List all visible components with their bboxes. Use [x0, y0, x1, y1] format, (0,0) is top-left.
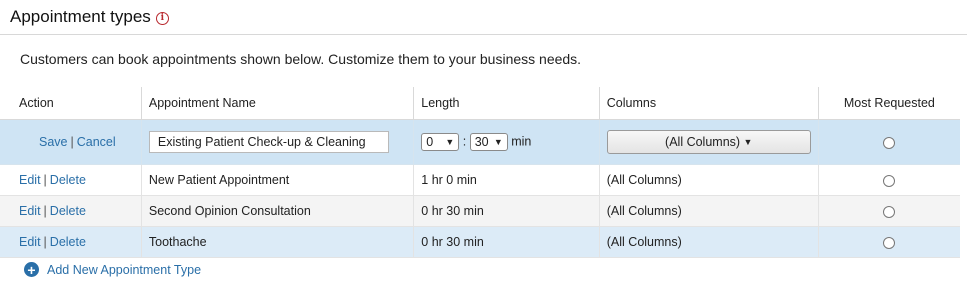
- colon-separator: :: [462, 134, 467, 149]
- add-new-appointment-type-link[interactable]: Add New Appointment Type: [47, 263, 201, 277]
- most-requested-radio[interactable]: [883, 136, 896, 149]
- page-title: Appointment types: [10, 7, 151, 26]
- appointment-length: 0 hr 30 min: [413, 226, 600, 258]
- delete-link[interactable]: Delete: [50, 235, 86, 249]
- most-requested-cell: [818, 119, 960, 165]
- action-cell: Edit | Delete: [0, 226, 142, 258]
- appointment-columns: (All Columns): [599, 195, 819, 227]
- intro-text: Customers can book appointments shown be…: [20, 51, 582, 67]
- action-cell: Edit | Delete: [0, 164, 142, 196]
- most-requested-cell: [818, 195, 960, 227]
- separator: |: [43, 235, 47, 249]
- appointment-name: Toothache: [141, 226, 415, 258]
- separator: |: [43, 204, 47, 218]
- minutes-select[interactable]: 30 ▼: [469, 133, 508, 151]
- column-header-columns: Columns: [599, 87, 819, 120]
- table-row-editing: Save|Cancel 0▼ : 30▼ min (All Columns) ▼: [0, 119, 960, 165]
- action-cell: Save | Cancel: [0, 119, 142, 165]
- appointment-length: 0 hr 30 min: [413, 195, 600, 227]
- delete-link[interactable]: Delete: [50, 173, 86, 187]
- column-header-action: Action: [0, 87, 142, 120]
- appointment-name: Second Opinion Consultation: [141, 195, 415, 227]
- appointment-name-input[interactable]: [148, 131, 389, 153]
- table-row: Edit | Delete Second Opinion Consultation …: [0, 195, 960, 227]
- minutes-value: 30: [474, 135, 489, 149]
- page-header: Appointment types i: [0, 0, 967, 35]
- edit-link[interactable]: Edit: [19, 173, 41, 187]
- appointment-columns: (All Columns): [599, 164, 819, 196]
- columns-dropdown-value: (All Columns): [665, 135, 741, 149]
- chevron-down-icon: ▼: [445, 137, 455, 147]
- most-requested-radio[interactable]: [883, 174, 896, 187]
- table-row: Edit | Delete Toothache 0 hr 30 min (All C…: [0, 226, 960, 258]
- column-header-most-requested: Most Requested: [818, 87, 960, 120]
- minutes-unit: min: [511, 134, 532, 149]
- separator: |: [70, 135, 74, 149]
- separator: |: [43, 173, 47, 187]
- edit-link[interactable]: Edit: [19, 235, 41, 249]
- most-requested-cell: [818, 226, 960, 258]
- plus-circle-icon[interactable]: +: [24, 262, 39, 277]
- delete-link[interactable]: Delete: [50, 204, 86, 218]
- most-requested-cell: [818, 164, 960, 196]
- edit-link[interactable]: Edit: [19, 204, 41, 218]
- columns-dropdown-button[interactable]: (All Columns) ▼: [606, 130, 811, 154]
- hours-select[interactable]: 0 ▼: [421, 133, 460, 151]
- save-link[interactable]: Save: [39, 135, 68, 149]
- caret-down-icon: ▼: [743, 137, 753, 147]
- most-requested-radio[interactable]: [883, 236, 896, 249]
- add-appointment-type[interactable]: + Add New Appointment Type: [24, 262, 201, 277]
- table-header-row: Action Appointment Name Length Columns M…: [0, 87, 960, 120]
- chevron-down-icon: ▼: [493, 137, 503, 147]
- most-requested-radio[interactable]: [883, 205, 896, 218]
- hours-value: 0: [426, 135, 434, 149]
- columns-cell: (All Columns) ▼: [599, 119, 819, 165]
- appointment-columns: (All Columns): [599, 226, 819, 258]
- column-header-name: Appointment Name: [141, 87, 415, 120]
- action-cell: Edit | Delete: [0, 195, 142, 227]
- length-cell: 0 ▼ : 30 ▼ min: [413, 119, 600, 165]
- cancel-link[interactable]: Cancel: [77, 135, 116, 149]
- table-row: Edit | Delete New Patient Appointment 1 hr…: [0, 164, 960, 196]
- info-icon[interactable]: i: [155, 11, 169, 25]
- appointment-length: 1 hr 0 min: [413, 164, 600, 196]
- appointment-types-table: Action Appointment Name Length Columns M…: [0, 87, 960, 258]
- appointment-name: New Patient Appointment: [141, 164, 415, 196]
- name-cell: [141, 119, 415, 165]
- column-header-length: Length: [413, 87, 600, 120]
